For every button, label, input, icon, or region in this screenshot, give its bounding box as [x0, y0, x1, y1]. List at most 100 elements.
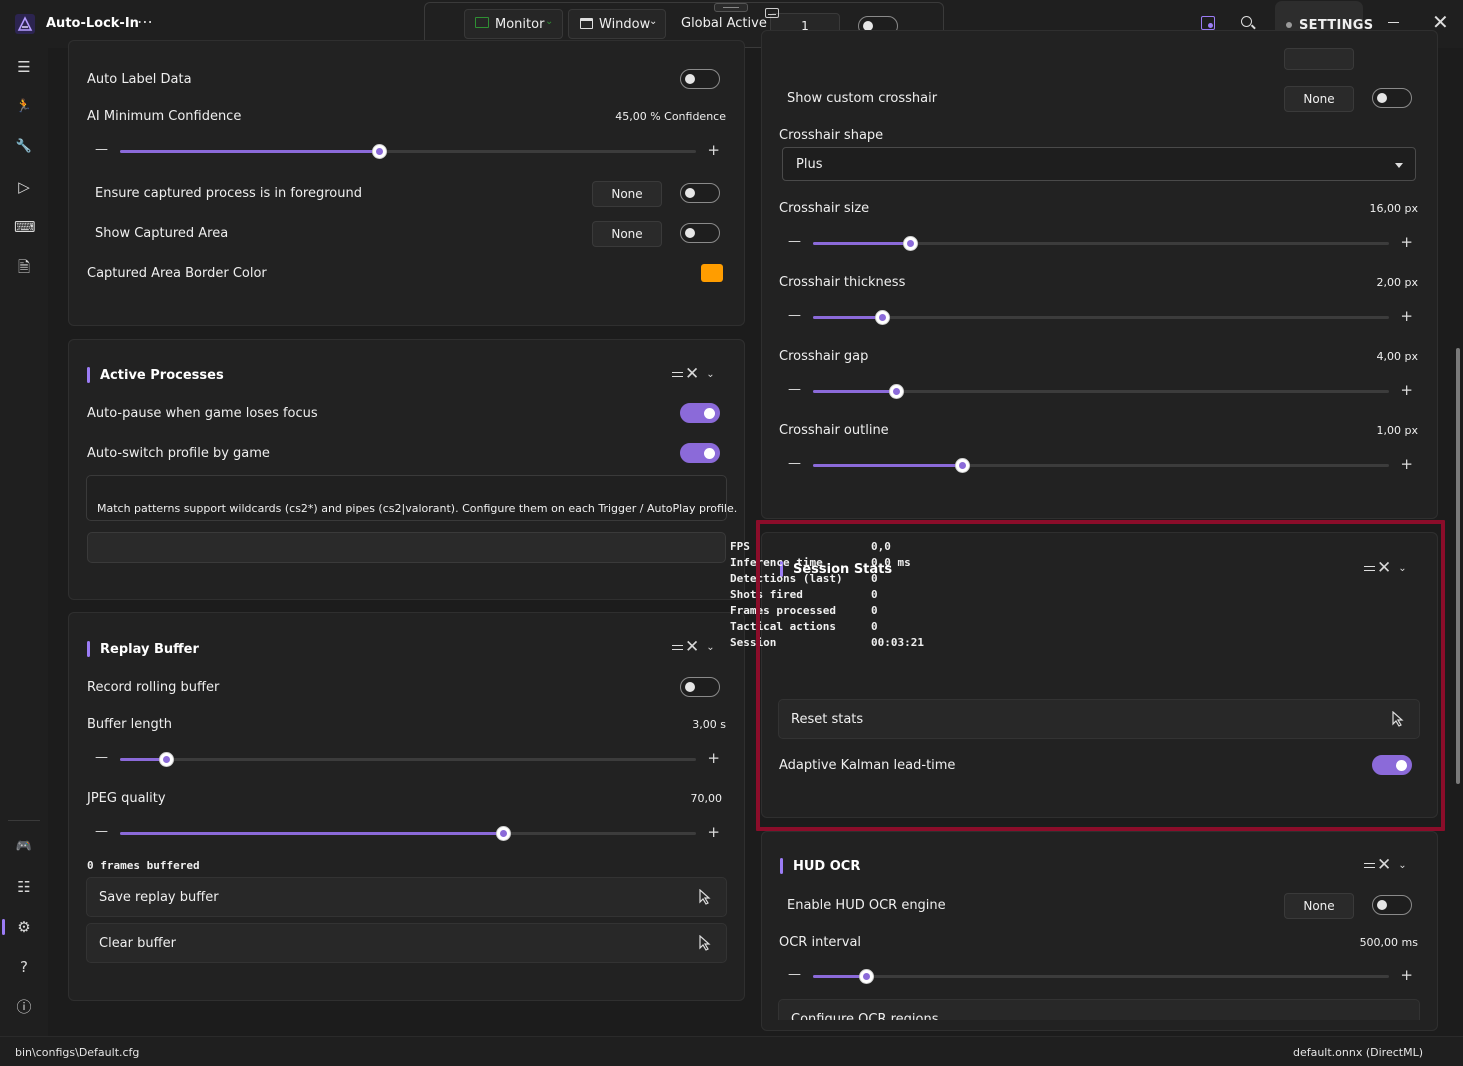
jpeg-quality-slider[interactable]: — +	[95, 823, 720, 843]
search-icon[interactable]	[1241, 16, 1252, 27]
save-replay-button[interactable]: Save replay buffer	[86, 877, 727, 917]
menu-icon[interactable]: ☰	[14, 57, 34, 77]
show-captured-area-hotkey-button[interactable]: None	[592, 221, 662, 247]
minimize-icon[interactable]	[1388, 22, 1399, 23]
slider-thumb[interactable]	[496, 826, 512, 841]
crosshair-shape-select[interactable]: Plus	[782, 147, 1416, 181]
settings-gear-icon[interactable]: ⚙	[14, 917, 34, 937]
border-color-swatch[interactable]	[701, 264, 723, 282]
window-dropdown[interactable]: Window ⌄	[568, 9, 666, 39]
crosshair-thickness-value: 2,00 px	[1376, 276, 1418, 289]
card-tools: ✕ ⌄	[672, 637, 715, 657]
scrollbar[interactable]	[1456, 348, 1460, 784]
slider-thumb[interactable]	[858, 969, 874, 984]
ocr-interval-slider[interactable]: — +	[788, 966, 1413, 986]
increase-icon[interactable]: +	[1400, 455, 1413, 473]
ocr-interval-value: 500,00 ms	[1359, 936, 1418, 949]
auto-pause-toggle[interactable]	[680, 403, 720, 423]
increase-icon[interactable]: +	[1400, 307, 1413, 325]
play-icon[interactable]: ▷	[14, 177, 34, 197]
crosshair-gap-slider[interactable]: — +	[788, 381, 1413, 401]
increase-icon[interactable]: +	[707, 749, 720, 767]
calendar-icon[interactable]	[1201, 16, 1215, 30]
ensure-foreground-hotkey-button[interactable]: None	[592, 181, 662, 207]
monitor-icon	[475, 17, 489, 28]
increase-icon[interactable]: +	[1400, 233, 1413, 251]
crosshair-shape-value: Plus	[796, 157, 823, 172]
caret-down-icon	[1395, 163, 1403, 168]
drag-icon[interactable]	[672, 644, 683, 650]
slider-thumb[interactable]	[372, 144, 388, 159]
close-icon[interactable]: ✕	[685, 364, 699, 384]
increase-icon[interactable]: +	[707, 823, 720, 841]
checklist-icon[interactable]: ☷	[14, 877, 34, 897]
crosshair-size-slider[interactable]: — +	[788, 233, 1413, 253]
process-pattern-input[interactable]	[87, 532, 726, 563]
auto-label-data-toggle[interactable]	[680, 69, 720, 89]
document-gear-icon[interactable]: 🗎	[14, 257, 34, 277]
close-icon[interactable]: ✕	[1377, 855, 1391, 875]
slider-thumb[interactable]	[902, 236, 918, 251]
decrease-icon[interactable]: —	[788, 308, 801, 323]
ensure-foreground-toggle[interactable]	[680, 183, 720, 203]
chevron-down-icon[interactable]: ⌄	[706, 369, 714, 380]
decrease-icon[interactable]: —	[95, 824, 108, 839]
border-color-label: Captured Area Border Color	[87, 266, 267, 281]
slider-thumb[interactable]	[888, 384, 904, 399]
crosshair-thickness-label: Crosshair thickness	[779, 275, 906, 290]
enable-hud-ocr-toggle[interactable]	[1372, 895, 1412, 915]
card-tools: ✕ ⌄	[1364, 855, 1407, 875]
partial-hotkey-button[interactable]	[1284, 48, 1354, 70]
info-icon[interactable]: ⓘ	[14, 997, 34, 1017]
sidebar-divider	[8, 820, 40, 821]
ai-confidence-label: AI Minimum Confidence	[87, 109, 242, 124]
slider-thumb[interactable]	[159, 752, 175, 767]
slider-thumb[interactable]	[954, 458, 970, 473]
wrench-icon[interactable]: 🔧	[14, 137, 34, 157]
monitor-dropdown[interactable]: Monitor ⌄	[464, 9, 563, 39]
help-icon[interactable]: ?	[14, 957, 34, 977]
custom-crosshair-toggle[interactable]	[1372, 88, 1412, 108]
drag-icon[interactable]	[672, 371, 683, 377]
drag-icon[interactable]	[1364, 862, 1375, 868]
auto-switch-toggle[interactable]	[680, 443, 720, 463]
close-icon[interactable]: ✕	[685, 637, 699, 657]
enable-hud-ocr-hotkey-button[interactable]: None	[1284, 893, 1354, 919]
crosshair-gap-value: 4,00 px	[1376, 350, 1418, 363]
match-patterns-info: Match patterns support wildcards (cs2*) …	[86, 475, 737, 521]
increase-icon[interactable]: +	[707, 141, 720, 159]
buffer-length-slider[interactable]: — +	[95, 749, 720, 769]
decrease-icon[interactable]: —	[95, 750, 108, 765]
increase-icon[interactable]: +	[1400, 966, 1413, 984]
slider-thumb[interactable]	[875, 310, 891, 325]
show-captured-area-toggle[interactable]	[680, 223, 720, 243]
chevron-down-icon[interactable]: ⌄	[1398, 860, 1406, 871]
crosshair-gap-label: Crosshair gap	[779, 349, 869, 364]
keyboard-icon[interactable]: ⌨	[14, 217, 36, 237]
decrease-icon[interactable]: —	[788, 234, 801, 249]
clear-buffer-button[interactable]: Clear buffer	[86, 923, 727, 963]
drag-handle-icon[interactable]	[714, 3, 748, 12]
custom-crosshair-hotkey-button[interactable]: None	[1284, 86, 1354, 112]
decrease-icon[interactable]: —	[788, 967, 801, 982]
decrease-icon[interactable]: —	[788, 456, 801, 471]
record-buffer-toggle[interactable]	[680, 677, 720, 697]
crosshair-thickness-slider[interactable]: — +	[788, 307, 1413, 327]
ai-confidence-value: 45,00 % Confidence	[615, 110, 726, 123]
increase-icon[interactable]: +	[1400, 381, 1413, 399]
buffer-length-value: 3,00 s	[692, 718, 726, 731]
gamepad-icon[interactable]: 🎮	[14, 837, 34, 857]
buffer-length-label: Buffer length	[87, 717, 173, 732]
crosshair-shape-label: Crosshair shape	[779, 128, 884, 143]
decrease-icon[interactable]: —	[95, 142, 108, 157]
decrease-icon[interactable]: —	[788, 382, 801, 397]
global-active-label: Global Active	[681, 16, 767, 31]
configure-ocr-button[interactable]: Configure OCR regions	[778, 999, 1420, 1020]
chevron-down-icon[interactable]: ⌄	[706, 642, 714, 653]
ai-confidence-slider[interactable]: — +	[95, 141, 720, 161]
more-menu-icon[interactable]: ⋯	[137, 12, 154, 31]
record-buffer-label: Record rolling buffer	[87, 680, 220, 695]
crosshair-outline-slider[interactable]: — +	[788, 455, 1413, 475]
sidebar: ☰ 🏃 🔧 ▷ ⌨ 🗎 🎮 ☷ ⚙ ? ⓘ	[0, 48, 48, 1036]
running-figure-icon[interactable]: 🏃	[14, 97, 34, 117]
